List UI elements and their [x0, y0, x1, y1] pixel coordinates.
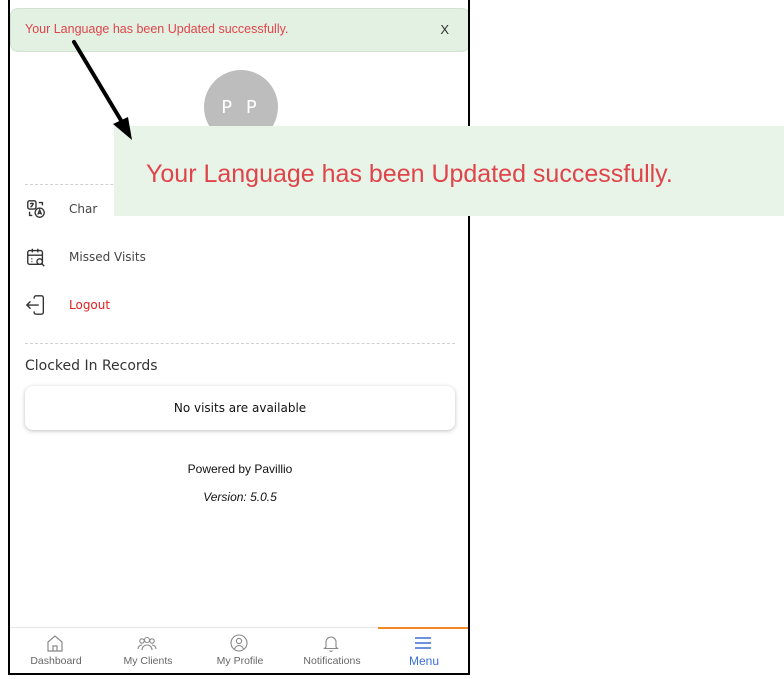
calendar-search-icon — [27, 248, 45, 267]
logout-icon — [25, 295, 45, 315]
bottom-nav: Dashboard My Clients My Profile Notifica… — [10, 627, 468, 673]
empty-message: No visits are available — [173, 401, 307, 415]
tab-label: My Clients — [123, 655, 173, 667]
menu-item-label: Logout — [69, 298, 111, 312]
callout-message: Your Language has been Updated successfu… — [146, 160, 673, 188]
hamburger-icon — [415, 637, 431, 649]
tab-label: Menu — [408, 654, 440, 668]
translate-icon — [27, 200, 45, 218]
tab-my-profile[interactable]: My Profile — [194, 628, 286, 673]
tab-notifications[interactable]: Notifications — [286, 628, 378, 673]
clocked-in-empty-card: No visits are available — [25, 386, 455, 430]
clocked-in-records-title: Clocked In Records — [25, 358, 158, 374]
success-toast: Your Language has been Updated successfu… — [10, 8, 468, 52]
home-icon — [47, 635, 63, 652]
menu-item-logout[interactable]: Logout — [25, 291, 455, 319]
profile-icon — [230, 634, 248, 652]
clients-icon — [137, 636, 157, 651]
tab-dashboard[interactable]: Dashboard — [10, 628, 102, 673]
menu-divider-bottom — [25, 343, 455, 344]
powered-by: Powered by Pavillio — [187, 462, 293, 476]
phone-screen: Your Language has been Updated successfu… — [8, 0, 470, 675]
menu-item-missed-visits[interactable]: Missed Visits — [25, 243, 455, 271]
tab-label: My Profile — [216, 655, 264, 667]
menu-item-label: Char — [69, 202, 98, 216]
toast-message: Your Language has been Updated successfu… — [25, 22, 289, 36]
bell-icon — [323, 636, 339, 652]
tab-label: Dashboard — [30, 655, 82, 667]
enlarged-toast-callout: Your Language has been Updated successfu… — [114, 126, 784, 216]
toast-close-button[interactable]: X — [440, 22, 449, 37]
app-version: Version: 5.0.5 — [203, 490, 277, 504]
tab-menu[interactable]: Menu — [378, 628, 468, 673]
menu-item-label: Missed Visits — [69, 250, 146, 264]
tab-my-clients[interactable]: My Clients — [102, 628, 194, 673]
tab-label: Notifications — [303, 655, 361, 667]
